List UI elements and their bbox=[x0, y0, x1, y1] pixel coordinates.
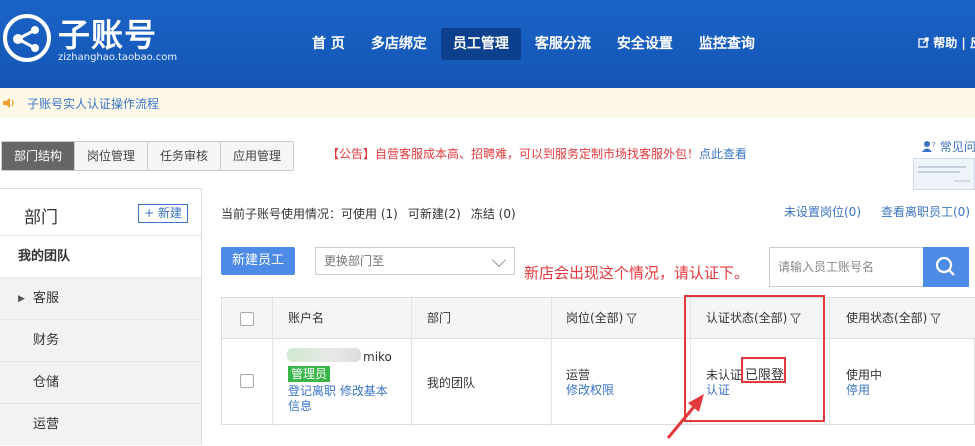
employee-search-field[interactable] bbox=[769, 247, 924, 287]
annotation-arrow-icon bbox=[666, 394, 704, 439]
table-header: 账户名 部门 岗位(全部) 认证状态(全部) 使用状态(全部) bbox=[222, 298, 975, 339]
filter-icon[interactable] bbox=[930, 313, 942, 324]
annotation-box-restricted bbox=[741, 357, 786, 383]
select-all-checkbox[interactable] bbox=[240, 312, 254, 326]
role-badge: 管理员 bbox=[288, 366, 331, 382]
column-divider bbox=[411, 298, 412, 426]
sidebar-item-operations[interactable]: 运营 bbox=[0, 403, 201, 445]
change-department-select[interactable] bbox=[315, 247, 515, 275]
header-department: 部门 bbox=[427, 311, 452, 325]
logo-title[interactable]: 子账号 bbox=[58, 10, 157, 56]
header-usage-status[interactable]: 使用状态(全部) bbox=[846, 298, 942, 339]
change-department-input[interactable] bbox=[316, 248, 486, 274]
sidebar-item-warehouse[interactable]: 仓储 bbox=[0, 361, 201, 403]
annotation-note: 新店会出现这个情况，请认证下。 bbox=[524, 264, 750, 282]
faq-thumbnail[interactable] bbox=[913, 158, 975, 190]
edit-basic-info-link[interactable]: 修改基本 bbox=[340, 384, 388, 398]
main-nav: 首 页 多店绑定 员工管理 客服分流 安全设置 监控查询 bbox=[300, 28, 769, 60]
account-usage: 当前子账号使用情况：可使用 (1) 可新建(2) 冻结 (0) bbox=[221, 205, 526, 222]
account-name[interactable]: miko bbox=[363, 350, 392, 364]
header-position[interactable]: 岗位(全部) bbox=[566, 298, 638, 339]
sidebar-item-my-team[interactable]: 我的团队 bbox=[0, 235, 201, 277]
view-departed-link[interactable]: 查看离职员工(0) bbox=[881, 205, 970, 219]
tab-position-management[interactable]: 岗位管理 bbox=[75, 142, 149, 170]
announcement-text: 自营客服成本高、招聘难，可以到服务定制市场找客服外包！ bbox=[375, 147, 700, 161]
speaker-icon bbox=[3, 98, 14, 108]
admin-badge: 管理员 bbox=[288, 366, 331, 382]
announcement-link[interactable]: 点此查看 bbox=[699, 147, 747, 161]
top-header: 子账号 zizhanghao.taobao.com 首 页 多店绑定 员工管理 … bbox=[0, 0, 975, 88]
blurred-account-name bbox=[287, 348, 361, 362]
usage-prefix: 当前子账号使用情况： bbox=[221, 207, 342, 221]
employee-table: 账户名 部门 岗位(全部) 认证状态(全部) 使用状态(全部) miko 管理员… bbox=[221, 297, 975, 426]
usage-creatable: 可新建(2) bbox=[407, 207, 461, 221]
notice-bar: 子账号实人认证操作流程 bbox=[0, 88, 975, 118]
sidebar-item-label: 客服 bbox=[33, 291, 60, 306]
new-department-button[interactable]: + 新建 bbox=[138, 204, 188, 223]
unset-position-link[interactable]: 未设置岗位(0) bbox=[784, 205, 861, 219]
sidebar-item-customer-service[interactable]: ▶ 客服 bbox=[0, 277, 201, 319]
tab-task-review[interactable]: 任务审核 bbox=[148, 142, 222, 170]
svg-text:?: ? bbox=[932, 141, 936, 149]
announcement: 【公告】自营客服成本高、招聘难，可以到服务定制市场找客服外包！点此查看 bbox=[327, 145, 747, 162]
row-department: 我的团队 bbox=[427, 376, 476, 390]
nav-security-settings[interactable]: 安全设置 bbox=[605, 28, 685, 60]
search-button[interactable] bbox=[923, 247, 969, 287]
new-employee-button[interactable]: 新建员工 bbox=[221, 247, 295, 275]
modify-permissions-link[interactable]: 修改权限 bbox=[566, 381, 614, 398]
auth-guide-link[interactable]: 子账号实人认证操作流程 bbox=[27, 95, 159, 112]
column-divider bbox=[829, 298, 830, 426]
header-account: 账户名 bbox=[288, 311, 325, 325]
sidebar-item-finance[interactable]: 财务 bbox=[0, 319, 201, 361]
user-help-icon: ? bbox=[922, 141, 936, 152]
search-icon bbox=[935, 256, 955, 276]
faq-label: 常见问 bbox=[939, 140, 975, 154]
chevron-down-icon[interactable] bbox=[491, 252, 507, 268]
edit-info-link-cont[interactable]: 信息 bbox=[288, 397, 312, 414]
announcement-tag: 【公告】 bbox=[327, 147, 376, 161]
column-divider bbox=[551, 298, 552, 426]
usage-available: 可使用 (1) bbox=[341, 207, 398, 221]
sidebar-title: 部门 bbox=[24, 208, 58, 228]
nav-monitoring[interactable]: 监控查询 bbox=[687, 28, 767, 60]
status-links: 未设置岗位(0) 查看离职员工(0) bbox=[784, 203, 975, 220]
nav-multi-store[interactable]: 多店绑定 bbox=[359, 28, 439, 60]
help-label: 帮助 | 反 bbox=[933, 36, 975, 50]
employee-search-input[interactable] bbox=[770, 248, 920, 286]
tab-department-structure[interactable]: 部门结构 bbox=[2, 142, 76, 170]
expand-caret-icon[interactable]: ▶ bbox=[18, 278, 25, 320]
faq-link[interactable]: ? 常见问 bbox=[922, 138, 975, 155]
nav-home[interactable]: 首 页 bbox=[300, 28, 357, 60]
logo-icon[interactable] bbox=[3, 14, 51, 62]
external-link-icon bbox=[918, 37, 929, 48]
header-position-label: 岗位(全部) bbox=[566, 311, 624, 325]
row-checkbox[interactable] bbox=[240, 374, 254, 388]
help-link[interactable]: 帮助 | 反 bbox=[918, 34, 975, 51]
filter-icon[interactable] bbox=[626, 313, 638, 324]
usage-frozen: 冻结 (0) bbox=[470, 207, 516, 221]
section-tabs: 部门结构 岗位管理 任务审核 应用管理 bbox=[1, 141, 295, 171]
register-departure-link[interactable]: 登记离职 bbox=[288, 384, 336, 398]
tab-app-management[interactable]: 应用管理 bbox=[221, 142, 294, 170]
header-usage-status-label: 使用状态(全部) bbox=[846, 311, 928, 325]
nav-employee-management[interactable]: 员工管理 bbox=[440, 28, 521, 60]
disable-link[interactable]: 停用 bbox=[846, 381, 870, 398]
column-divider bbox=[272, 298, 273, 426]
department-sidebar: 部门 + 新建 我的团队 ▶ 客服 财务 仓储 运营 bbox=[0, 188, 202, 445]
nav-service-routing[interactable]: 客服分流 bbox=[523, 28, 603, 60]
logo-subtitle: zizhanghao.taobao.com bbox=[58, 52, 178, 63]
